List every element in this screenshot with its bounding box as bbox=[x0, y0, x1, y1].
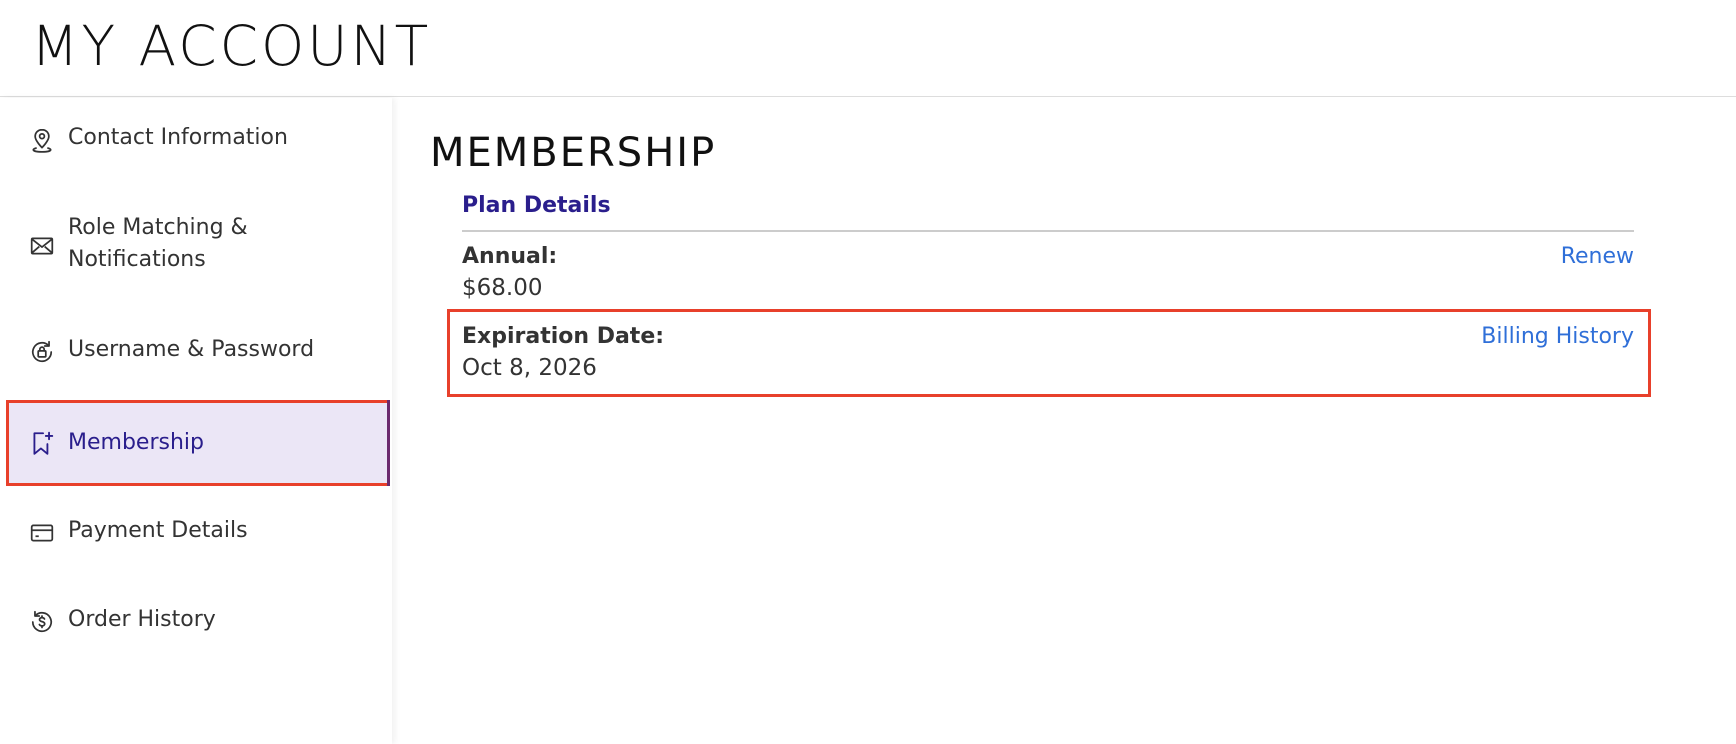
sidebar-item-membership[interactable]: Membership bbox=[6, 400, 390, 486]
sidebar-item-username-password[interactable]: Username & Password bbox=[6, 324, 390, 380]
sidebar-item-role-matching[interactable]: Role Matching & Notifications bbox=[6, 206, 390, 286]
sidebar-item-label: Role Matching & Notifications bbox=[68, 215, 248, 272]
sidebar-item-label: Contact Information bbox=[68, 125, 288, 150]
divider bbox=[462, 230, 1634, 232]
section-title: MEMBERSHIP bbox=[430, 130, 717, 176]
sidebar: Contact Information Role Matching & Noti… bbox=[0, 98, 392, 744]
bookmark-plus-icon bbox=[28, 429, 56, 457]
page-title: MY ACCOUNT bbox=[31, 14, 432, 78]
sidebar-item-label: Payment Details bbox=[68, 518, 248, 543]
billing-history-link[interactable]: Billing History bbox=[1481, 324, 1634, 349]
credit-card-icon bbox=[28, 519, 56, 547]
page-header: MY ACCOUNT bbox=[0, 0, 1736, 97]
location-pin-icon bbox=[28, 126, 56, 154]
sidebar-item-contact-information[interactable]: Contact Information bbox=[6, 112, 390, 168]
expiration-row-highlight bbox=[447, 309, 1651, 397]
sidebar-item-label: Order History bbox=[68, 607, 216, 632]
annual-price: $68.00 bbox=[462, 275, 543, 301]
sidebar-item-order-history[interactable]: Order History bbox=[6, 594, 390, 650]
envelope-icon bbox=[28, 232, 56, 260]
sidebar-item-label: Membership bbox=[68, 430, 204, 455]
lock-refresh-icon bbox=[28, 338, 56, 366]
expiration-date-label: Expiration Date: bbox=[462, 324, 665, 349]
sidebar-item-label: Username & Password bbox=[68, 337, 315, 362]
sidebar-item-payment-details[interactable]: Payment Details bbox=[6, 505, 390, 561]
plan-details-heading: Plan Details bbox=[462, 193, 611, 218]
annual-label: Annual: bbox=[462, 244, 558, 269]
dollar-history-icon bbox=[28, 608, 56, 636]
expiration-date-value: Oct 8, 2026 bbox=[462, 355, 597, 381]
renew-link[interactable]: Renew bbox=[1561, 244, 1634, 269]
